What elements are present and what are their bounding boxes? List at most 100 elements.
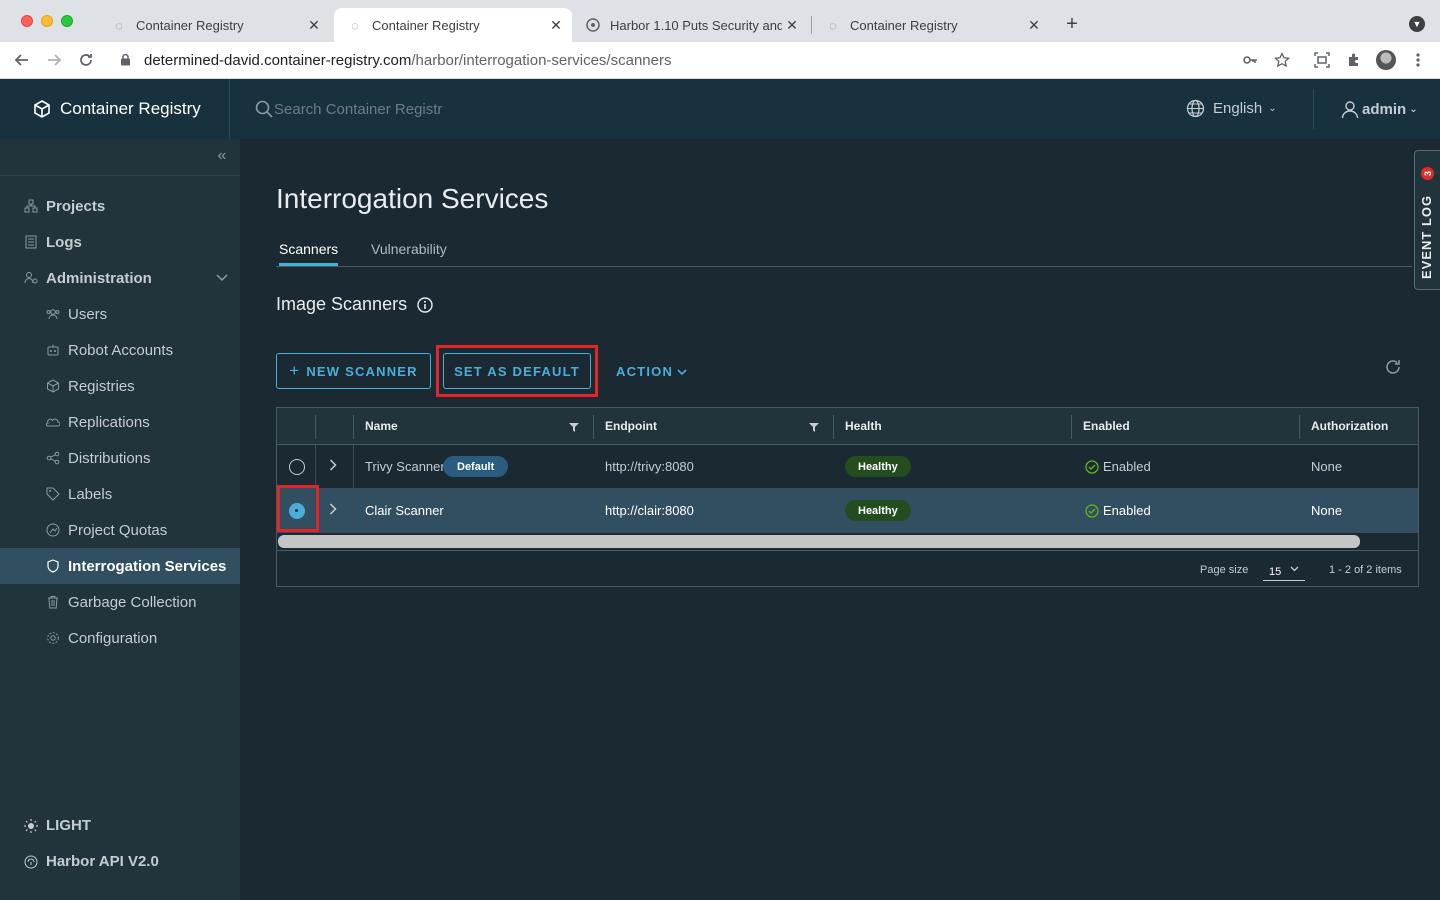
chevron-down-icon [216, 271, 228, 285]
table-row[interactable]: Trivy Scanner Default http://trivy:8080 … [277, 445, 1418, 489]
new-scanner-label: NEW SCANNER [306, 363, 418, 379]
app-header: Container Registry English ⌄ admin ⌄ [0, 79, 1440, 139]
tab-vulnerability[interactable]: Vulnerability [371, 241, 447, 257]
column-header-enabled[interactable]: Enabled [1083, 419, 1130, 433]
sidebar-item-project-quotas[interactable]: Project Quotas [0, 512, 240, 548]
sidebar-item-interrogation-services[interactable]: Interrogation Services [0, 548, 240, 584]
sidebar-item-labels[interactable]: Labels [0, 476, 240, 512]
close-tab-icon[interactable]: ✕ [782, 15, 802, 35]
highlight-box [277, 485, 319, 532]
new-scanner-button[interactable]: + NEW SCANNER [276, 353, 431, 389]
sidebar-item-registries[interactable]: Registries [0, 368, 240, 404]
page-title: Interrogation Services [276, 183, 549, 214]
tab-bar: Scanners Vulnerability [276, 239, 1412, 267]
info-icon[interactable] [417, 296, 433, 313]
key-icon[interactable] [1239, 49, 1261, 71]
gear-icon [46, 631, 60, 645]
address-bar[interactable]: determined-david.container-registry.com /… [108, 46, 1236, 75]
new-tab-icon[interactable]: + [1061, 13, 1083, 35]
browser-tab-4[interactable]: ◌ Container Registry ✕ [812, 8, 1050, 42]
horizontal-scrollbar[interactable] [277, 534, 1418, 550]
extensions-icon[interactable] [1343, 49, 1365, 71]
sidebar-item-logs[interactable]: Logs [0, 224, 240, 260]
replications-icon [46, 415, 60, 429]
reload-icon[interactable] [75, 49, 97, 71]
sidebar-item-label: Robot Accounts [68, 341, 174, 359]
chevron-right-icon[interactable] [329, 502, 339, 518]
tab-scanners[interactable]: Scanners [279, 241, 339, 266]
action-dropdown[interactable]: ACTION [616, 353, 687, 389]
window-close-button[interactable] [21, 15, 33, 27]
event-log-tab[interactable]: 3 EVENT LOG [1414, 150, 1440, 290]
table-row[interactable]: Clair Scanner http://clair:8080 Healthy … [277, 489, 1418, 533]
trash-icon [46, 595, 60, 609]
sidebar-item-projects[interactable]: Projects [0, 188, 240, 224]
row-select-radio[interactable] [289, 459, 305, 475]
browser-tab-1[interactable]: ◌ Container Registry ✕ [98, 8, 330, 42]
chevron-down-icon [1290, 564, 1299, 575]
filter-icon[interactable] [569, 421, 579, 432]
sun-icon [24, 818, 38, 833]
scrollbar-thumb[interactable] [278, 535, 1360, 548]
api-icon [24, 855, 38, 869]
registries-icon [46, 379, 60, 393]
close-tab-icon[interactable]: ✕ [1024, 15, 1044, 35]
browser-tab-3[interactable]: Harbor 1.10 Puts Security and I ✕ [572, 8, 808, 42]
favicon-icon: ◌ [115, 17, 123, 33]
search-icon [254, 99, 274, 119]
screenshot-icon[interactable] [1311, 49, 1333, 71]
section-title-text: Image Scanners [276, 294, 408, 314]
datagrid-header: Name Endpoint Health Enabled Authorizati… [277, 408, 1418, 445]
window-minimize-button[interactable] [41, 15, 53, 27]
column-header-health[interactable]: Health [845, 419, 882, 433]
forward-icon[interactable] [43, 49, 65, 71]
global-search[interactable] [254, 99, 474, 119]
browser-tab-2[interactable]: ◌ Container Registry ✕ [334, 8, 572, 42]
sidebar-item-distributions[interactable]: Distributions [0, 440, 240, 476]
close-tab-icon[interactable]: ✕ [304, 15, 324, 35]
sidebar-item-replications[interactable]: Replications [0, 404, 240, 440]
chevron-right-icon[interactable] [329, 458, 339, 474]
search-input[interactable] [274, 100, 474, 118]
column-header-name[interactable]: Name [365, 419, 398, 433]
browser-menu-icon[interactable] [1407, 49, 1429, 71]
column-header-endpoint[interactable]: Endpoint [605, 419, 657, 433]
sidebar-item-configuration[interactable]: Configuration [0, 620, 240, 656]
theme-toggle[interactable]: LIGHT [24, 817, 91, 834]
health-badge: Healthy [845, 456, 911, 477]
api-link[interactable]: Harbor API V2.0 [24, 853, 159, 870]
sidebar-item-robot-accounts[interactable]: Robot Accounts [0, 332, 240, 368]
language-selector[interactable]: English ⌄ [1186, 99, 1277, 118]
sidebar-item-label: Replications [68, 413, 150, 431]
back-icon[interactable] [11, 49, 33, 71]
column-separator [1299, 415, 1300, 439]
column-header-authorization[interactable]: Authorization [1311, 419, 1388, 433]
close-tab-icon[interactable]: ✕ [546, 15, 566, 35]
sidebar-item-users[interactable]: Users [0, 296, 240, 332]
bookmark-star-icon[interactable] [1271, 49, 1293, 71]
row-divider [353, 489, 354, 533]
sidebar-item-label: Project Quotas [68, 521, 168, 539]
brand[interactable]: Container Registry [0, 79, 230, 139]
action-label: ACTION [616, 363, 674, 379]
column-separator [593, 415, 594, 439]
page-size-select[interactable]: 15 [1263, 559, 1305, 581]
column-separator [315, 415, 316, 439]
lock-icon [120, 53, 134, 69]
filter-icon[interactable] [809, 421, 819, 432]
user-menu[interactable]: admin ⌄ [1340, 99, 1418, 119]
refresh-icon[interactable] [1384, 358, 1402, 376]
tab-search-icon[interactable]: ▼ [1409, 16, 1425, 32]
event-log-count-badge: 3 [1421, 167, 1434, 180]
item-count: 1 - 2 of 2 items [1329, 564, 1402, 576]
main-content: Interrogation Services Scanners Vulnerab… [240, 139, 1440, 900]
scanner-endpoint: http://trivy:8080 [605, 459, 694, 474]
window-maximize-button[interactable] [61, 15, 73, 27]
language-label: English [1213, 100, 1263, 117]
sidebar-item-garbage-collection[interactable]: Garbage Collection [0, 584, 240, 620]
datagrid-footer: Page size 15 1 - 2 of 2 items [277, 550, 1418, 586]
enabled-status: Enabled [1103, 459, 1151, 474]
collapse-sidebar-icon[interactable]: « [214, 147, 230, 164]
sidebar-item-administration[interactable]: Administration [0, 260, 240, 296]
profile-avatar[interactable] [1376, 50, 1396, 70]
